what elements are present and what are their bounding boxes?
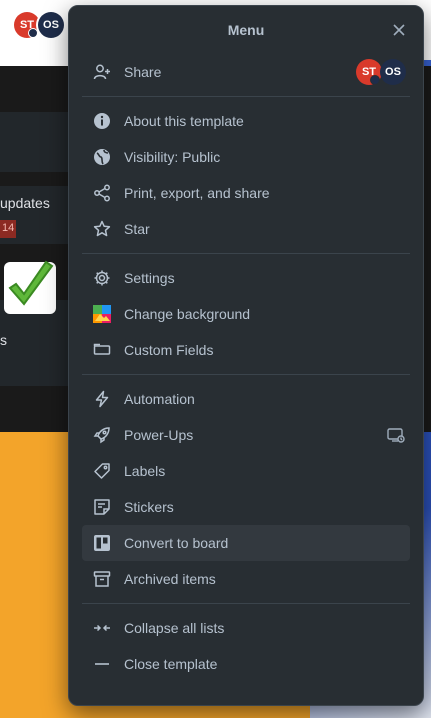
close-icon (393, 24, 405, 36)
menu-title: Menu (227, 22, 265, 38)
globe-icon (92, 147, 112, 167)
card-title: updates (0, 195, 50, 211)
divider (82, 253, 410, 254)
star-icon (92, 219, 112, 239)
menu-item-label: Custom Fields (124, 342, 214, 358)
menu-item-label: Labels (124, 463, 166, 479)
menu-item-custom-fields[interactable]: Custom Fields (82, 332, 410, 368)
collapse-icon (92, 618, 112, 638)
card-title: s (0, 332, 7, 348)
card[interactable] (0, 112, 70, 172)
menu-header: Menu (69, 6, 423, 54)
background-icon (92, 304, 112, 324)
custom-fields-icon (92, 340, 112, 360)
menu-item-label: Share (124, 64, 162, 80)
avatar[interactable]: OS (38, 12, 64, 38)
menu-item-label: Close template (124, 656, 218, 672)
menu-item-visibility[interactable]: Visibility: Public (82, 139, 410, 175)
board-members: ST OS (14, 12, 64, 38)
close-button[interactable] (389, 20, 409, 40)
menu-item-change-background[interactable]: Change background (82, 296, 410, 332)
minus-icon (92, 654, 112, 674)
menu-item-collapse-lists[interactable]: Collapse all lists (82, 610, 410, 646)
menu-item-close-template[interactable]: Close template (82, 646, 410, 682)
archive-icon (92, 569, 112, 589)
menu-panel: Menu Share ST OS About this template Vis… (68, 5, 424, 706)
rocket-icon (92, 425, 112, 445)
tag-icon (92, 461, 112, 481)
menu-item-archived-items[interactable]: Archived items (82, 561, 410, 597)
checkmark-sticker-icon (2, 258, 58, 316)
menu-item-automation[interactable]: Automation (82, 381, 410, 417)
add-person-icon (92, 62, 112, 82)
share-nodes-icon (92, 183, 112, 203)
menu-item-stickers[interactable]: Stickers (82, 489, 410, 525)
menu-item-label: Stickers (124, 499, 174, 515)
menu-item-label: Convert to board (124, 535, 229, 551)
board-icon (92, 533, 112, 553)
menu-item-settings[interactable]: Settings (82, 260, 410, 296)
menu-item-labels[interactable]: Labels (82, 453, 410, 489)
power-up-settings-icon[interactable] (386, 425, 406, 445)
menu-item-print-export[interactable]: Print, export, and share (82, 175, 410, 211)
share-members: ST OS (356, 59, 406, 85)
divider (82, 374, 410, 375)
avatar[interactable]: ST (14, 12, 40, 38)
divider (82, 96, 410, 97)
card-badge: 14 (0, 220, 16, 238)
menu-item-label: Print, export, and share (124, 185, 270, 201)
menu-item-share[interactable]: Share ST OS (82, 54, 410, 90)
divider (82, 603, 410, 604)
menu-item-label: Automation (124, 391, 195, 407)
menu-item-star[interactable]: Star (82, 211, 410, 247)
menu-item-label: Star (124, 221, 150, 237)
menu-item-power-ups[interactable]: Power-Ups (82, 417, 410, 453)
menu-item-label: Collapse all lists (124, 620, 225, 636)
menu-item-label: Change background (124, 306, 251, 322)
lightning-icon (92, 389, 112, 409)
menu-item-label: Archived items (124, 571, 216, 587)
avatar[interactable]: OS (380, 59, 406, 85)
menu-item-label: About this template (124, 113, 244, 129)
menu-item-about-template[interactable]: About this template (82, 103, 410, 139)
menu-item-label: Visibility: Public (124, 149, 221, 165)
info-icon (92, 111, 112, 131)
sticker-icon (92, 497, 112, 517)
menu-item-label: Power-Ups (124, 427, 194, 443)
avatar[interactable]: ST (356, 59, 382, 85)
menu-item-label: Settings (124, 270, 175, 286)
menu-item-convert-to-board[interactable]: Convert to board (82, 525, 410, 561)
gear-icon (92, 268, 112, 288)
